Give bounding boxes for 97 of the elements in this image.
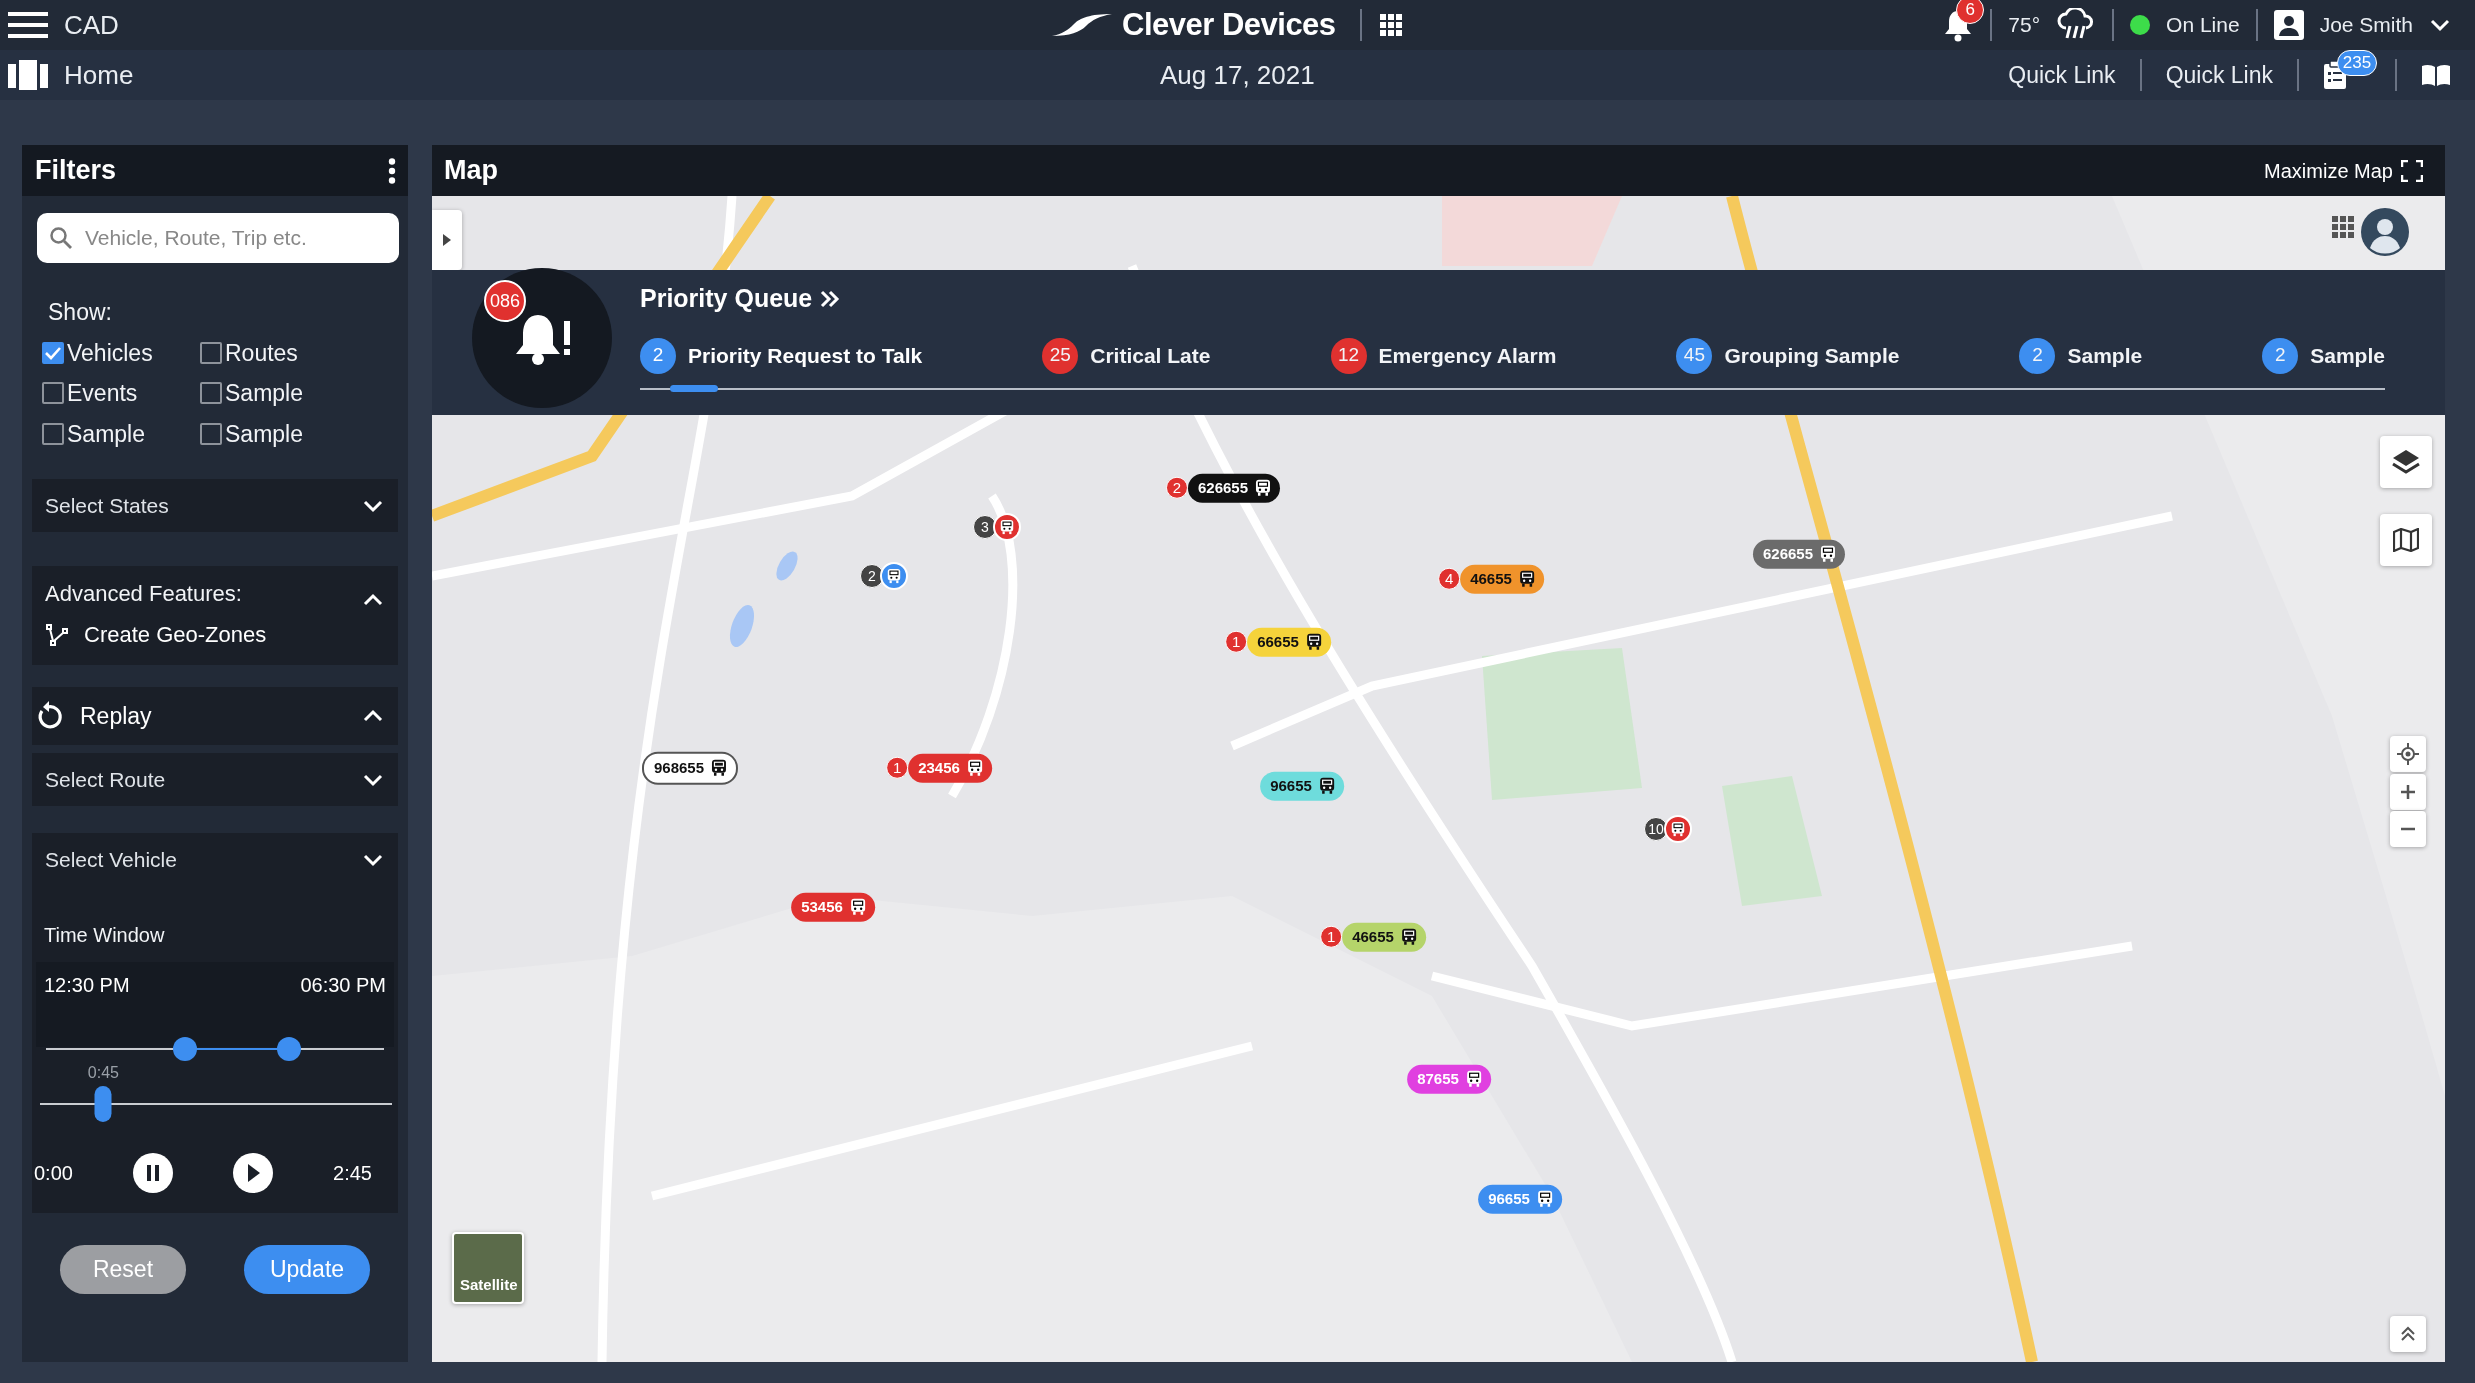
checkmark-icon	[45, 345, 61, 360]
folded-map-icon	[2393, 528, 2419, 552]
bus-icon	[1670, 821, 1686, 837]
queue-tab[interactable]: 2 Sample	[2019, 337, 2143, 388]
date-text: Aug 17, 2021	[1160, 58, 1315, 92]
bus-icon	[1464, 1070, 1483, 1088]
zoom-out-button[interactable]	[2390, 811, 2426, 847]
vehicle-marker[interactable]: 626655	[1187, 473, 1281, 503]
bus-icon	[999, 519, 1015, 535]
layers-icon	[2391, 448, 2421, 476]
avatar-icon[interactable]	[2361, 208, 2409, 256]
vehicle-marker[interactable]: 23456	[908, 753, 992, 783]
bus-icon	[1254, 479, 1273, 497]
zoom-in-button[interactable]	[2390, 774, 2426, 810]
pause-button[interactable]	[132, 1153, 173, 1193]
panel-title: Filters	[35, 154, 117, 188]
bus-icon	[1317, 777, 1336, 795]
replay-icon	[36, 701, 64, 731]
priority-queue-link[interactable]: Priority Queue	[640, 280, 2385, 318]
bus-icon	[1304, 633, 1323, 651]
brand-name: Clever Devices	[1122, 5, 1336, 44]
vehicle-marker[interactable]: 968655	[641, 751, 739, 785]
layers-button[interactable]	[2380, 436, 2432, 488]
start-time: 12:30 PM	[44, 973, 130, 998]
fullscreen-icon	[2401, 159, 2423, 182]
temperature-text: 75°	[2008, 12, 2041, 39]
double-chevron-up-icon	[2400, 1326, 2416, 1342]
bus-icon	[1535, 1190, 1554, 1208]
pause-icon	[145, 1165, 160, 1181]
slider-thumb[interactable]	[172, 1037, 197, 1061]
locate-button[interactable]	[2390, 736, 2426, 772]
bus-icon	[965, 759, 984, 777]
alert-count-badge: 086	[484, 280, 526, 322]
bus-icon	[710, 759, 729, 777]
app-title: CAD	[64, 8, 119, 42]
slider-thumb[interactable]	[94, 1086, 112, 1122]
page-title: Home	[64, 58, 134, 92]
vehicle-marker[interactable]: 46655	[1342, 922, 1426, 952]
crosshair-icon	[2397, 743, 2419, 765]
play-button[interactable]	[233, 1153, 273, 1193]
columns-icon[interactable]	[8, 60, 48, 90]
apps-grid-icon[interactable]	[2332, 216, 2354, 238]
bus-icon	[1517, 570, 1536, 588]
caret-right-icon	[443, 234, 451, 246]
menu-item[interactable]: Create Geo-Zones	[32, 610, 281, 665]
vehicle-marker[interactable]: 96655	[1260, 771, 1344, 801]
checkbox[interactable]: Events	[42, 376, 200, 411]
user-name[interactable]: Joe Smith	[2319, 9, 2413, 41]
more-vertical-icon[interactable]	[388, 157, 396, 184]
queue-tab[interactable]: 25 Critical Late	[1042, 337, 1211, 388]
checkbox[interactable]: Sample	[200, 416, 360, 451]
start-time: 0:00	[34, 1161, 73, 1186]
quick-link[interactable]: Quick Link	[2165, 57, 2273, 93]
menu-icon[interactable]	[8, 10, 48, 40]
vehicle-marker[interactable]: 626655	[1752, 539, 1846, 569]
queue-tab[interactable]: 2 Sample	[2262, 337, 2385, 388]
vehicle-marker[interactable]: 87655	[1407, 1064, 1491, 1094]
bus-icon	[886, 568, 902, 584]
route-dropdown[interactable]: Select Route	[32, 753, 398, 806]
collapse-up-button[interactable]	[2390, 1316, 2426, 1352]
checkbox[interactable]: Sample	[200, 376, 360, 411]
open-book-icon[interactable]	[2421, 63, 2451, 87]
play-icon	[246, 1164, 260, 1182]
search-field[interactable]: Vehicle, Route, Trip etc.	[37, 213, 399, 263]
vehicle-dropdown[interactable]: Select Vehicle	[32, 833, 398, 886]
checkbox[interactable]: Sample	[42, 416, 200, 451]
apps-grid-icon[interactable]	[1379, 14, 1402, 36]
queue-tab[interactable]: 45 Grouping Sample	[1676, 337, 1900, 388]
double-chevron-icon	[820, 289, 841, 308]
bus-icon	[1819, 545, 1838, 563]
plus-icon	[2400, 784, 2416, 800]
queue-tab[interactable]: 12 Emergency Alarm	[1330, 337, 1557, 388]
time-window-label: Time Window	[43, 923, 166, 948]
bus-icon	[1399, 928, 1418, 946]
vehicle-marker[interactable]: 66655	[1247, 627, 1331, 657]
quick-link[interactable]: Quick Link	[2008, 57, 2116, 93]
notification-badge: 6	[1956, 0, 1985, 24]
satellite-view-button[interactable]: Satellite	[452, 1232, 524, 1304]
slider-thumb[interactable]	[277, 1037, 302, 1061]
checkbox[interactable]: Vehicles	[42, 335, 200, 370]
states-dropdown[interactable]: Select States	[32, 479, 398, 532]
map-view-button[interactable]	[2380, 514, 2432, 566]
vehicle-marker[interactable]: 53456	[791, 892, 875, 922]
vehicle-marker[interactable]: 46655	[1460, 564, 1544, 594]
end-time: 2:45	[333, 1161, 372, 1186]
show-label: Show:	[48, 298, 113, 327]
bus-icon	[848, 898, 867, 916]
panel-title: Map	[444, 154, 498, 188]
current-time: 0:45	[87, 1063, 119, 1083]
expand-panel-button[interactable]	[432, 210, 462, 270]
user-icon[interactable]	[2273, 10, 2304, 40]
end-time: 06:30 PM	[300, 973, 386, 998]
task-count-badge: 235	[2337, 50, 2377, 76]
nodes-icon	[46, 623, 68, 646]
maximize-map-button[interactable]: Maximize Map	[2258, 154, 2429, 187]
status-text: On Line	[2166, 12, 2240, 39]
checkbox[interactable]: Routes	[200, 335, 360, 370]
